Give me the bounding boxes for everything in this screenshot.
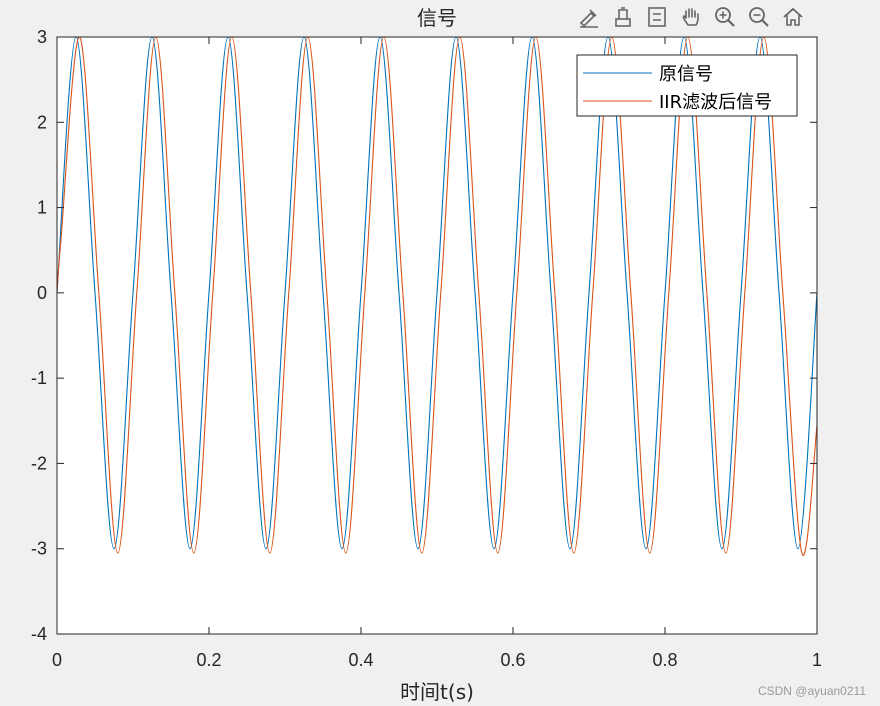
- y-tick-label: 1: [37, 198, 47, 218]
- legend-label-filtered: IIR滤波后信号: [659, 92, 772, 113]
- x-tick-label: 0.4: [348, 650, 373, 670]
- y-tick-label: -1: [31, 368, 47, 388]
- signal-chart: 0 0.2 0.4 0.6 0.8 1 -4 -3 -2 -1 0 1 2 3 信号 时间t(s) 原信…: [31, 6, 822, 704]
- legend-label-original: 原信号: [659, 64, 713, 85]
- x-tick-label: 1: [812, 650, 822, 670]
- y-tick-label: -2: [31, 453, 47, 473]
- y-tick-label: 3: [37, 27, 47, 47]
- plot-area: [57, 37, 817, 634]
- x-tick-label: 0.6: [500, 650, 525, 670]
- y-tick-label: 0: [37, 283, 47, 303]
- x-tick-label: 0: [52, 650, 62, 670]
- x-tick-label: 0.2: [196, 650, 221, 670]
- y-tick-label: -3: [31, 539, 47, 559]
- y-tick-label: -4: [31, 624, 47, 644]
- x-axis-label: 时间t(s): [400, 680, 474, 704]
- chart-title: 信号: [417, 6, 457, 30]
- y-tick-label: 2: [37, 112, 47, 132]
- legend[interactable]: 原信号 IIR滤波后信号: [576, 54, 798, 117]
- x-tick-label: 0.8: [652, 650, 677, 670]
- watermark: CSDN @ayuan0211: [757, 684, 866, 698]
